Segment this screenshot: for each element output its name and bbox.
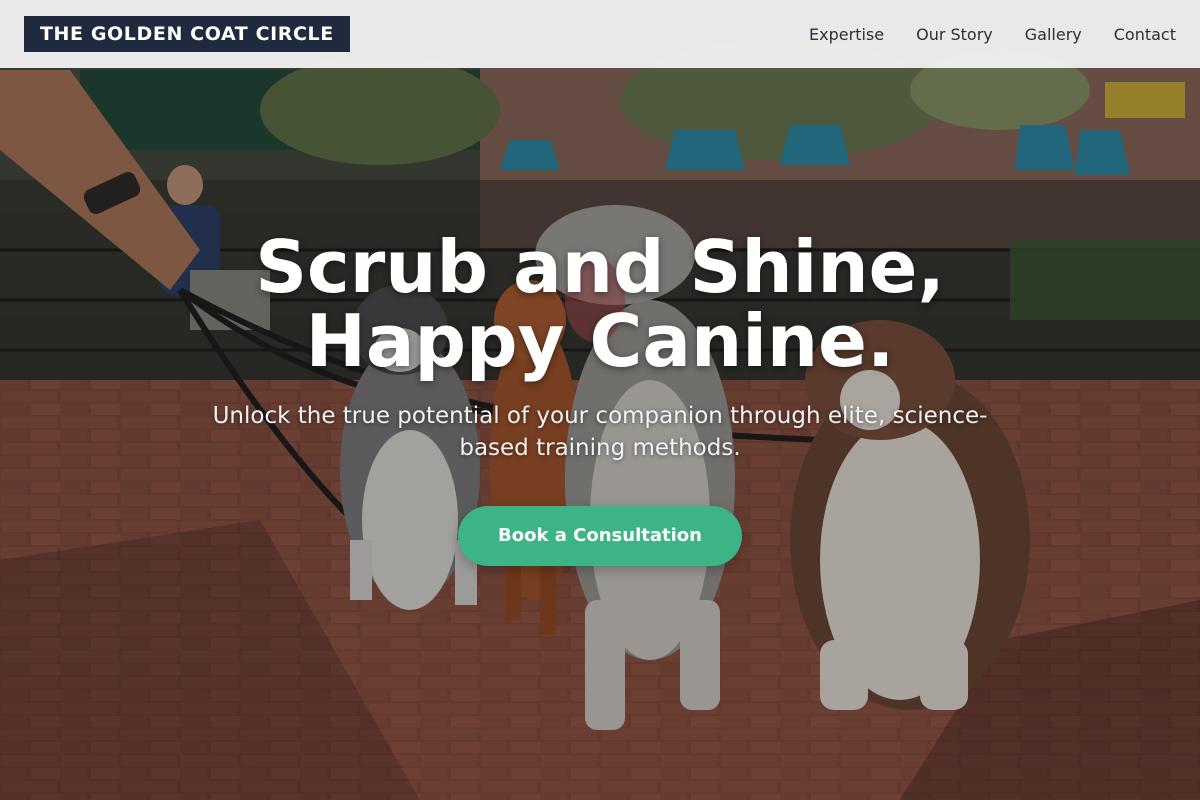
brand-logo[interactable]: THE GOLDEN COAT CIRCLE (24, 16, 350, 52)
hero-subheadline: Unlock the true potential of your compan… (212, 403, 988, 461)
hero-headline: Scrub and Shine, Happy Canine. (220, 230, 980, 378)
hero-section: Scrub and Shine, Happy Canine. Unlock th… (0, 0, 1200, 800)
main-nav: Expertise Our Story Gallery Contact (809, 25, 1176, 44)
book-consultation-button[interactable]: Book a Consultation (458, 506, 742, 566)
nav-link-our-story[interactable]: Our Story (916, 25, 993, 44)
site-header: THE GOLDEN COAT CIRCLE Expertise Our Sto… (0, 0, 1200, 68)
nav-link-contact[interactable]: Contact (1114, 25, 1176, 44)
hero-headline-line-1: Scrub and Shine, (255, 225, 945, 309)
nav-link-gallery[interactable]: Gallery (1025, 25, 1082, 44)
hero-content: Scrub and Shine, Happy Canine. Unlock th… (0, 230, 1200, 566)
nav-link-expertise[interactable]: Expertise (809, 25, 884, 44)
hero-headline-line-2: Happy Canine. (305, 299, 895, 383)
